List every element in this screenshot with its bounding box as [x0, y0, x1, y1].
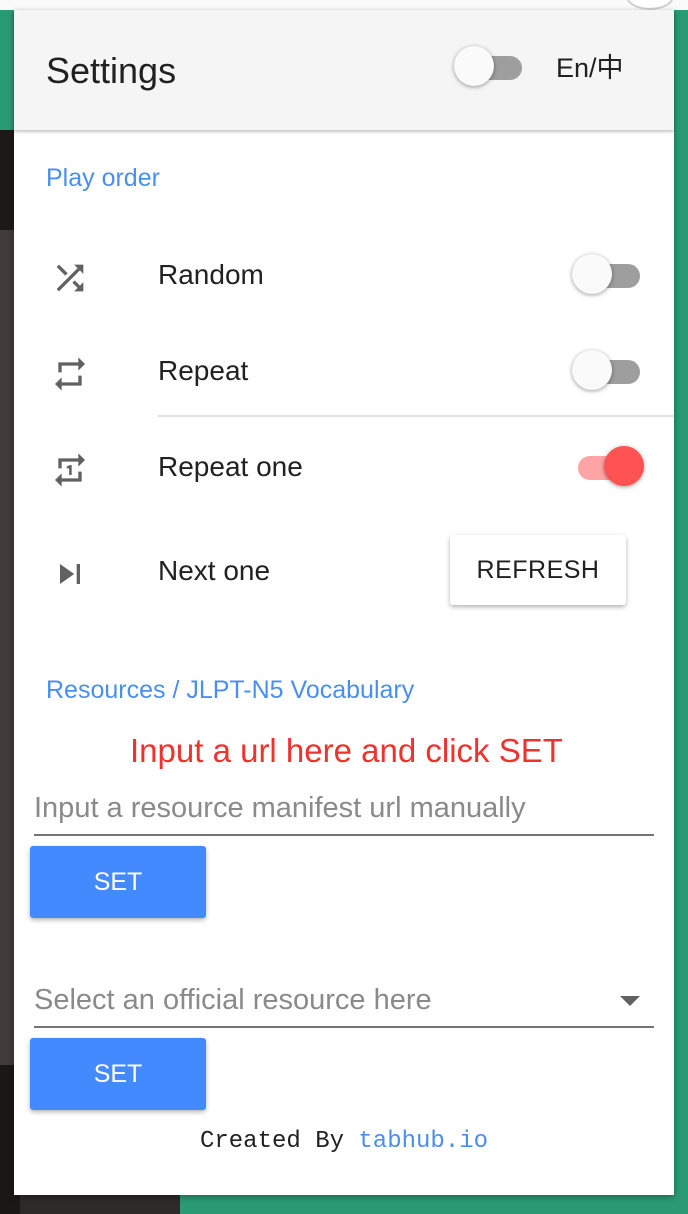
repeat-toggle-switch[interactable] — [572, 348, 644, 392]
language-toggle-label: En/中 — [556, 53, 624, 83]
random-label: Random — [158, 259, 264, 290]
manifest-url-input[interactable] — [34, 784, 634, 832]
switch-thumb — [572, 350, 612, 390]
switch-thumb — [604, 446, 644, 486]
official-resource-select[interactable]: Select an official resource here — [34, 976, 654, 1028]
background-page-footer-green — [180, 1195, 688, 1214]
url-hint-text: Input a url here and click SET — [130, 732, 563, 769]
repeat-one-label: Repeat one — [158, 451, 303, 482]
manifest-url-field[interactable] — [34, 784, 654, 836]
background-page-edge — [674, 10, 688, 1195]
repeat-label: Repeat — [158, 355, 249, 386]
repeat-icon — [50, 354, 90, 394]
language-toggle-switch[interactable] — [454, 44, 526, 88]
browser-toolbar-edge — [0, 0, 688, 10]
set-url-button[interactable]: SET — [30, 846, 206, 918]
settings-header: Settings En/中 — [14, 10, 674, 130]
divider — [158, 415, 674, 417]
footer-prefix: Created By — [199, 1128, 359, 1155]
repeat-one-icon — [50, 450, 90, 490]
settings-popup: Settings En/中 Play order Random Repeat R… — [14, 10, 674, 1195]
resources-section-title: Resources / JLPT-N5 Vocabulary — [46, 676, 415, 704]
set-official-button[interactable]: SET — [30, 1038, 206, 1110]
tabhub-link[interactable]: tabhub.io — [358, 1128, 488, 1155]
page-title: Settings — [46, 50, 177, 91]
switch-thumb — [454, 46, 494, 86]
repeat-one-toggle-switch[interactable] — [572, 444, 644, 488]
footer-credit: Created By tabhub.io — [14, 1128, 674, 1155]
random-toggle-switch[interactable] — [572, 252, 644, 296]
shuffle-icon — [50, 258, 90, 298]
official-resource-placeholder: Select an official resource here — [34, 984, 432, 1016]
next-one-label: Next one — [158, 555, 271, 586]
dropdown-arrow-icon[interactable] — [620, 996, 640, 1006]
refresh-button[interactable]: REFRESH — [450, 535, 626, 605]
play-order-section-title: Play order — [46, 164, 160, 192]
skip-next-icon — [50, 554, 90, 594]
switch-thumb — [572, 254, 612, 294]
